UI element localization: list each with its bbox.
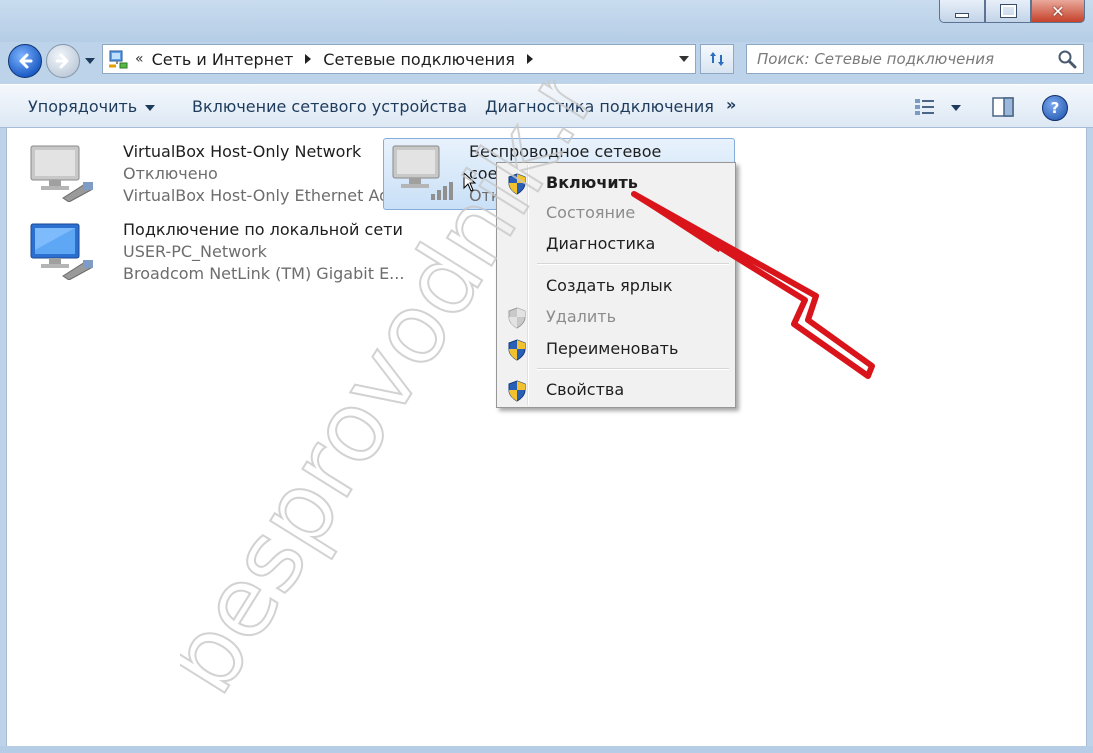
breadcrumb-network-connections[interactable]: Сетевые подключения [323,50,515,69]
breadcrumb-separator-icon[interactable] [526,54,533,64]
preview-pane-icon[interactable] [992,97,1014,117]
minimize-icon [955,12,969,18]
watermark-text: besprovodnik.ru [180,80,652,712]
help-button[interactable]: ? [1042,95,1068,121]
network-adapter-connected-icon [30,223,93,280]
back-button[interactable] [8,44,42,78]
organize-menu-button[interactable]: Упорядочить [28,97,156,116]
organize-label: Упорядочить [28,97,138,116]
recent-pages-dropdown[interactable] [84,56,96,66]
breadcrumb-network-internet[interactable]: Сеть и Интернет [152,50,294,69]
arrow-left-icon [19,53,33,69]
breadcrumb-separator-icon[interactable] [305,54,312,64]
search-icon[interactable] [1057,49,1077,69]
chevron-down-icon [145,104,156,111]
close-icon: ✕ [1051,1,1065,21]
maximize-icon [999,4,1017,18]
minimize-button[interactable] [939,0,985,23]
search-input[interactable] [755,49,1057,69]
forward-button[interactable] [46,44,80,78]
watermark: besprovodnik.ru [180,80,653,713]
address-bar[interactable]: « Сеть и Интернет Сетевые подключения [102,44,696,74]
address-overflow[interactable]: « [135,51,144,67]
refresh-icon [710,52,724,66]
view-options-dropdown-icon[interactable] [951,105,961,111]
arrow-right-icon [55,53,69,69]
address-dropdown-icon[interactable] [679,56,689,62]
title-bar[interactable]: ✕ [0,0,1093,42]
close-button[interactable]: ✕ [1031,0,1085,23]
window-bottom-border [0,746,1093,753]
caption-buttons: ✕ [939,0,1085,23]
navigation-bar: « Сеть и Интернет Сетевые подключения [0,38,1093,82]
network-folder-icon [109,50,128,69]
search-box[interactable] [746,44,1084,74]
refresh-button[interactable] [700,44,734,74]
network-adapter-disabled-icon [30,145,93,202]
maximize-button[interactable] [985,0,1031,23]
